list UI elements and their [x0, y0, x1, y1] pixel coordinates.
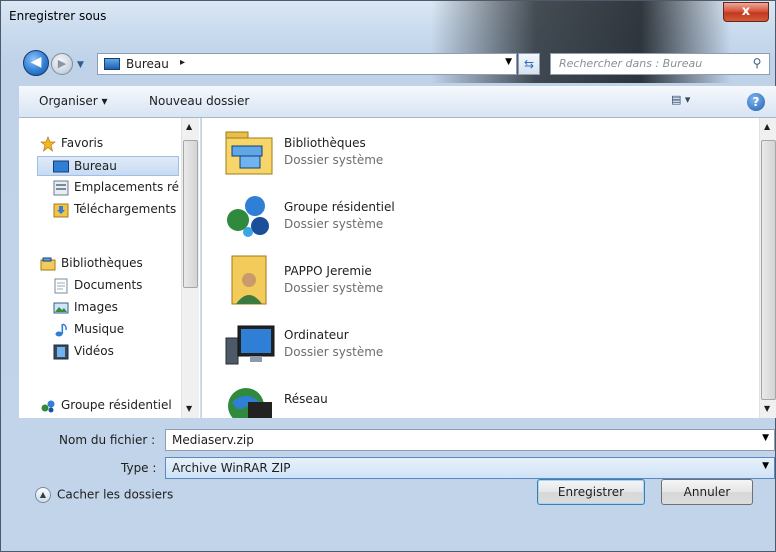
refresh-icon: ⇆ — [523, 57, 535, 71]
file-type: Dossier système — [284, 281, 384, 295]
sidebar-item-label: Vidéos — [74, 344, 114, 358]
sidebar-item-groupe-residentiel[interactable]: Groupe résidentiel — [19, 396, 181, 416]
organize-button[interactable]: Organiser ▾ — [39, 94, 107, 108]
file-name: Réseau — [284, 392, 328, 406]
close-button[interactable]: x — [723, 2, 769, 22]
change-view-button[interactable]: ▤ ▾ — [671, 93, 705, 111]
save-button[interactable]: Enregistrer — [537, 479, 645, 505]
filename-label: Nom du fichier : — [59, 433, 156, 447]
chevron-up-icon: ▲ — [35, 487, 51, 503]
back-arrow-icon: ◀ — [30, 54, 42, 70]
sidebar-item-label: Favoris — [61, 136, 104, 150]
hide-folders-toggle[interactable]: ▲ Cacher les dossiers — [35, 487, 173, 503]
search-input[interactable]: Rechercher dans : Bureau ⚲ — [550, 53, 770, 75]
help-button[interactable]: ? — [747, 93, 765, 111]
file-list-scrollbar[interactable]: ▲ ▼ — [759, 118, 776, 418]
pictures-icon — [53, 302, 69, 314]
star-icon — [40, 136, 56, 152]
file-type: Dossier système — [284, 345, 384, 359]
navigation-bar: ◀ ▶ ▼ Bureau ▸ ▼ ⇆ Rechercher dans : Bur… — [1, 45, 775, 79]
computer-icon — [225, 325, 275, 365]
navigation-pane: Favoris Bureau Emplacements ré Télécharg… — [19, 118, 201, 418]
list-item-bibliotheques[interactable]: Bibliothèques Dossier système — [222, 124, 642, 180]
scrollbar-thumb[interactable] — [183, 140, 198, 288]
window-title: Enregistrer sous — [9, 9, 107, 23]
file-type: Dossier système — [284, 217, 384, 231]
refresh-button[interactable]: ⇆ — [518, 53, 540, 75]
sidebar-item-musique[interactable]: Musique — [19, 320, 181, 340]
file-list: Bibliothèques Dossier système Groupe rés… — [202, 118, 776, 418]
sidebar-item-bureau[interactable]: Bureau — [37, 156, 179, 176]
cancel-button[interactable]: Annuler — [661, 479, 753, 505]
music-icon — [55, 323, 67, 337]
sidebar-item-label: Musique — [74, 322, 125, 336]
history-dropdown-icon[interactable]: ▼ — [77, 60, 87, 70]
list-item-ordinateur[interactable]: Ordinateur Dossier système — [222, 316, 642, 372]
sidebar-item-label: Bureau — [74, 159, 117, 173]
hide-folders-label: Cacher les dossiers — [57, 487, 174, 502]
sidebar-item-label: Images — [74, 300, 118, 314]
homegroup-icon — [41, 400, 55, 413]
desktop-icon — [53, 160, 69, 173]
sidebar-item-telechargements[interactable]: Téléchargements — [19, 200, 181, 220]
new-folder-button[interactable]: Nouveau dossier — [149, 94, 249, 108]
breadcrumb-separator-icon[interactable]: ▸ — [180, 57, 185, 68]
scroll-up-icon[interactable]: ▲ — [764, 122, 770, 131]
homegroup-icon — [227, 196, 269, 237]
scroll-up-icon[interactable]: ▲ — [186, 122, 192, 131]
list-item-pappo-jeremie[interactable]: PAPPO Jeremie Dossier système — [222, 252, 642, 308]
address-dropdown-icon[interactable]: ▼ — [505, 57, 512, 67]
list-item-groupe-residentiel[interactable]: Groupe résidentiel Dossier système — [222, 188, 642, 244]
forward-arrow-icon: ▶ — [57, 57, 67, 70]
file-type: Dossier système — [284, 153, 384, 167]
sidebar-item-label: Groupe résidentiel — [61, 398, 172, 412]
recent-places-icon — [53, 180, 69, 196]
sidebar-item-videos[interactable]: Vidéos — [19, 342, 181, 362]
title-bar: Enregistrer sous x — [1, 1, 775, 31]
scroll-down-icon[interactable]: ▼ — [186, 404, 192, 413]
network-icon — [228, 388, 272, 418]
sidebar-item-label: Documents — [74, 278, 143, 292]
scrollbar-thumb[interactable] — [761, 140, 776, 400]
filename-field[interactable]: Mediaserv.zip ▼ — [165, 429, 775, 451]
libraries-folder-icon — [225, 131, 273, 175]
search-placeholder: Rechercher dans : Bureau — [559, 57, 703, 70]
address-bar[interactable]: Bureau ▸ ▼ — [97, 53, 517, 75]
back-button[interactable]: ◀ — [23, 50, 49, 76]
sidebar-item-label: Emplacements ré — [74, 180, 180, 194]
sidebar-item-emplacements[interactable]: Emplacements ré — [19, 178, 181, 198]
sidebar-item-label: Téléchargements — [74, 202, 177, 216]
sidebar-item-images[interactable]: Images — [19, 298, 181, 318]
file-name: PAPPO Jeremie — [284, 264, 372, 278]
search-icon[interactable]: ⚲ — [749, 56, 765, 72]
address-location[interactable]: Bureau — [126, 57, 169, 71]
sidebar-item-label: Bibliothèques — [61, 256, 143, 270]
desktop-icon — [104, 58, 120, 70]
videos-icon — [53, 344, 69, 360]
file-name: Bibliothèques — [284, 136, 366, 150]
documents-icon — [54, 278, 68, 294]
file-name: Groupe résidentiel — [284, 200, 395, 214]
list-item-reseau[interactable]: Réseau — [222, 380, 642, 418]
libraries-icon — [40, 257, 56, 271]
file-name: Ordinateur — [284, 328, 349, 342]
command-toolbar: Organiser ▾ Nouveau dossier ▤ ▾ ? — [19, 86, 776, 118]
sidebar-item-favoris[interactable]: Favoris — [19, 134, 181, 154]
filename-dropdown-icon[interactable]: ▼ — [762, 433, 769, 443]
sidebar-item-documents[interactable]: Documents — [19, 276, 181, 296]
filename-value[interactable]: Mediaserv.zip — [172, 433, 254, 447]
sidebar-item-bibliotheques[interactable]: Bibliothèques — [19, 254, 181, 274]
dialog-footer: ▲ Cacher les dossiers Enregistrer Annuler — [19, 473, 776, 552]
user-folder-icon — [231, 255, 267, 305]
file-type-dropdown-icon[interactable]: ▼ — [762, 461, 769, 471]
navigation-pane-scrollbar[interactable]: ▲ ▼ — [181, 118, 199, 418]
scroll-down-icon[interactable]: ▼ — [764, 404, 770, 413]
save-as-dialog: Enregistrer sous x ◀ ▶ ▼ Bureau ▸ ▼ ⇆ Re… — [0, 0, 776, 552]
downloads-icon — [53, 203, 69, 218]
forward-button[interactable]: ▶ — [51, 53, 73, 75]
